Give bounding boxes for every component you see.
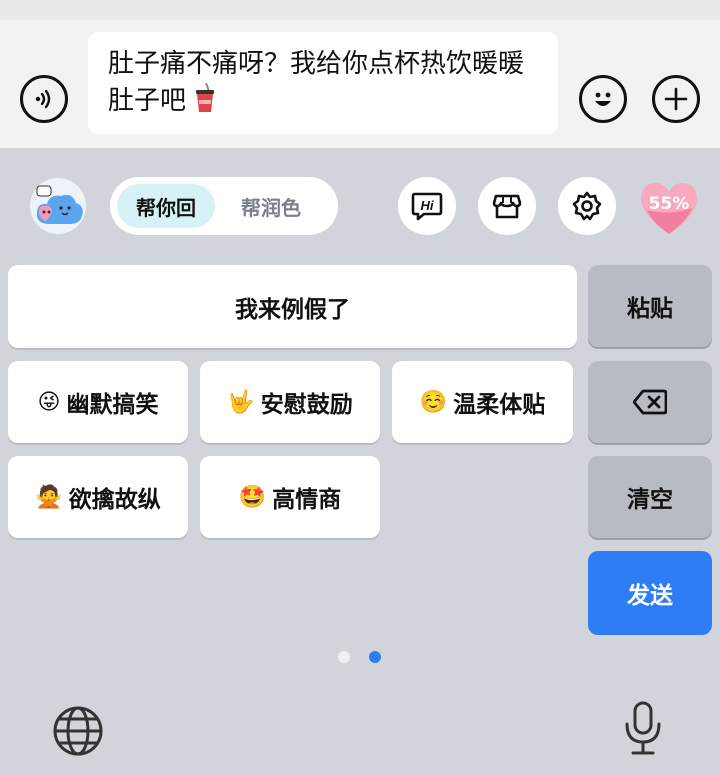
voice-input-mic-button[interactable]	[623, 700, 663, 760]
tab-help-reply[interactable]: 帮你回	[117, 184, 215, 228]
style-comfort[interactable]: 🤟 安慰鼓励	[200, 361, 380, 443]
style-humor[interactable]: 😜 幽默搞笑	[8, 361, 188, 443]
microphone-icon	[625, 701, 661, 755]
page-dot-1[interactable]	[338, 651, 350, 663]
hi-chat-button[interactable]: Hi	[398, 177, 456, 235]
star-struck-icon: 🤩	[238, 484, 267, 510]
voice-input-button[interactable]	[20, 75, 68, 123]
message-input[interactable]: 肚子痛不痛呀？我给你点杯热饮暖暖肚子吧	[88, 32, 558, 134]
hi-chat-icon: Hi	[411, 192, 443, 221]
voice-wave-icon	[35, 89, 51, 109]
input-bar: 肚子痛不痛呀？我给你点杯热饮暖暖肚子吧	[0, 0, 720, 148]
cloud-mascot-icon	[30, 178, 86, 234]
suggestion-primary-text: 我来例假了	[235, 296, 350, 323]
store-button[interactable]	[478, 177, 536, 235]
plus-icon	[664, 87, 688, 111]
page-dot-2[interactable]	[369, 651, 381, 663]
gesture-no-icon: 🙅	[35, 484, 63, 510]
message-text: 肚子痛不痛呀？我给你点杯热饮暖暖肚子吧	[108, 49, 525, 116]
tab-help-polish[interactable]: 帮润色	[215, 184, 327, 228]
paste-button[interactable]: 粘贴	[588, 265, 712, 347]
backspace-icon	[633, 389, 667, 415]
winking-face-icon: 😜	[37, 389, 61, 415]
style-label: 幽默搞笑	[66, 392, 159, 418]
love-you-gesture-icon: 🤟	[227, 389, 255, 415]
settings-button[interactable]	[558, 177, 616, 235]
blushing-face-icon: ☺️	[419, 389, 448, 415]
style-label: 温柔体贴	[453, 392, 546, 418]
style-label: 安慰鼓励	[260, 392, 353, 418]
style-label: 高情商	[272, 487, 342, 513]
status-strip	[0, 0, 720, 20]
smiley-icon	[595, 92, 611, 106]
clear-label: 清空	[627, 487, 673, 513]
style-label: 欲擒故纵	[68, 487, 161, 513]
store-icon	[492, 194, 522, 219]
suggestion-primary[interactable]: 我来例假了	[8, 265, 577, 348]
paste-label: 粘贴	[627, 296, 673, 322]
language-button[interactable]	[52, 705, 104, 761]
style-gentle[interactable]: ☺️ 温柔体贴	[392, 361, 573, 443]
assistant-avatar[interactable]	[28, 178, 88, 234]
assistant-mode-switch: 帮你回 帮润色	[110, 177, 338, 235]
svg-text:Hi: Hi	[421, 198, 434, 213]
emoji-button[interactable]	[579, 75, 627, 123]
clear-button[interactable]: 清空	[588, 456, 712, 538]
settings-gear-icon	[572, 191, 602, 221]
drink-cup-icon	[196, 83, 215, 112]
affinity-value: 55%	[648, 194, 690, 214]
affinity-heart[interactable]: 55%	[638, 180, 700, 236]
send-button[interactable]: 发送	[588, 551, 712, 635]
style-hard-to-get[interactable]: 🙅 欲擒故纵	[8, 456, 188, 538]
add-button[interactable]	[652, 75, 700, 123]
globe-icon	[53, 706, 103, 756]
backspace-button[interactable]	[588, 361, 712, 443]
style-high-eq[interactable]: 🤩 高情商	[200, 456, 380, 538]
send-label: 发送	[627, 583, 673, 609]
